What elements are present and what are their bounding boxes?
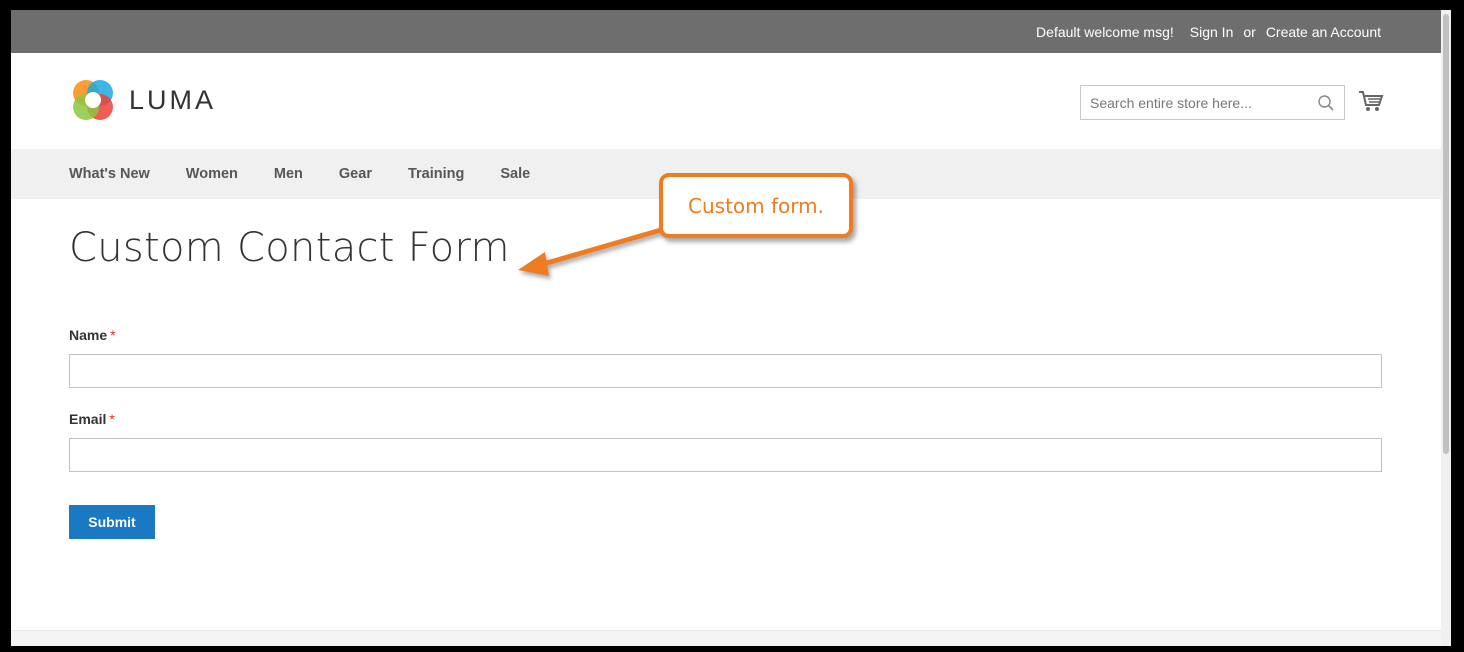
- email-label-text: Email: [69, 411, 107, 427]
- nav-item-men[interactable]: Men: [274, 166, 303, 182]
- header-links: Default welcome msg! Sign In or Create a…: [1036, 10, 1381, 53]
- name-label-text: Name: [69, 327, 108, 343]
- footer-edge: [11, 630, 1441, 646]
- name-field[interactable]: [69, 354, 1382, 388]
- annotation-callout: Custom form.: [659, 173, 853, 238]
- or-separator: or: [1243, 23, 1256, 40]
- scrollbar-thumb[interactable]: [1443, 14, 1449, 454]
- nav-item-training[interactable]: Training: [408, 166, 464, 182]
- nav-item-women[interactable]: Women: [186, 166, 238, 182]
- welcome-message: Default welcome msg!: [1036, 23, 1174, 40]
- search-icon[interactable]: [1317, 94, 1335, 112]
- vertical-scrollbar[interactable]: [1441, 10, 1451, 646]
- logo-text: LUMA: [129, 84, 217, 115]
- callout-text: Custom form.: [688, 193, 824, 218]
- search-input[interactable]: [1081, 86, 1311, 119]
- email-field[interactable]: [69, 438, 1382, 472]
- nav-item-sale[interactable]: Sale: [500, 166, 530, 182]
- name-label: Name *: [69, 327, 116, 343]
- create-account-link[interactable]: Create an Account: [1266, 24, 1381, 40]
- sign-in-link[interactable]: Sign In: [1190, 24, 1234, 40]
- required-marker: *: [109, 411, 115, 427]
- luma-logo[interactable]: LUMA: [69, 76, 216, 124]
- required-marker: *: [110, 327, 116, 343]
- search-box: [1080, 85, 1345, 120]
- browser-viewport: Default welcome msg! Sign In or Create a…: [11, 10, 1451, 646]
- luma-logo-icon: [73, 80, 113, 120]
- cart-icon[interactable]: [1358, 89, 1384, 115]
- submit-button[interactable]: Submit: [69, 505, 155, 539]
- top-panel: Default welcome msg! Sign In or Create a…: [11, 10, 1441, 53]
- page-header: LUMA: [11, 53, 1441, 149]
- nav-item-gear[interactable]: Gear: [339, 166, 372, 182]
- email-label: Email *: [69, 411, 115, 427]
- nav-item-whats-new[interactable]: What's New: [69, 166, 150, 182]
- page-title: Custom Contact Form: [69, 225, 510, 271]
